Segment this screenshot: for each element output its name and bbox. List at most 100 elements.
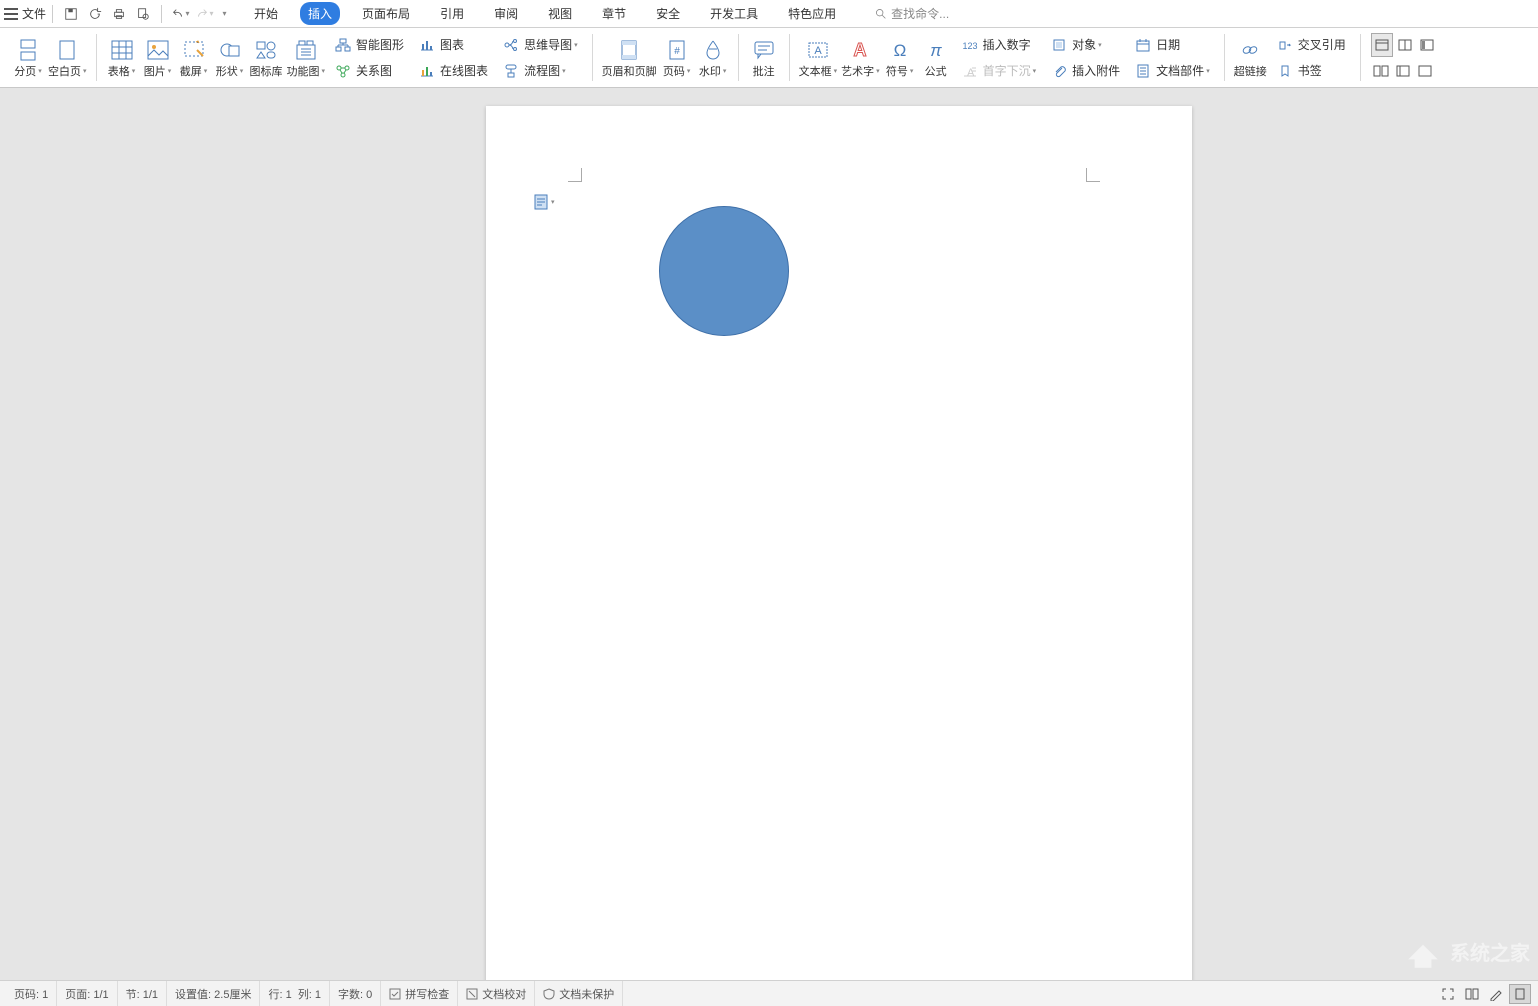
tab-security[interactable]: 安全 bbox=[648, 2, 688, 25]
screenshot-button[interactable]: 截屏▾ bbox=[176, 30, 212, 86]
crossref-icon bbox=[1276, 38, 1294, 52]
insertnum-button[interactable]: 123插入数字 bbox=[957, 33, 1041, 57]
status-line-col[interactable]: 行: 1 列: 1 bbox=[260, 981, 330, 1006]
relation-icon bbox=[334, 64, 352, 78]
search-placeholder: 查找命令... bbox=[891, 5, 949, 22]
picture-button[interactable]: 图片▾ bbox=[140, 30, 176, 86]
status-bar: 页码: 1 页面: 1/1 节: 1/1 设置值: 2.5厘米 行: 1 列: … bbox=[0, 980, 1538, 1006]
symbol-button[interactable]: Ω符号▾ bbox=[882, 30, 918, 86]
docparts-button[interactable]: 文档部件▾ bbox=[1130, 59, 1214, 83]
svg-text:Ω: Ω bbox=[893, 41, 906, 60]
watermark-button[interactable]: 水印▾ bbox=[695, 30, 731, 86]
attachment-button[interactable]: 插入附件 bbox=[1046, 59, 1124, 83]
svg-text:123: 123 bbox=[962, 41, 977, 51]
object-icon bbox=[1050, 38, 1068, 52]
blankpage-button[interactable]: 空白页▾ bbox=[46, 30, 89, 86]
dropcap-icon: A bbox=[961, 65, 979, 77]
status-page[interactable]: 页面: 1/1 bbox=[57, 981, 117, 1006]
svg-text:A: A bbox=[854, 40, 867, 60]
zoomfit-icon[interactable] bbox=[1509, 984, 1531, 1004]
headerfooter-button[interactable]: 页眉和页脚 bbox=[600, 30, 659, 86]
bookmark-button[interactable]: 书签 bbox=[1272, 59, 1350, 83]
pagenum-button[interactable]: #页码▾ bbox=[659, 30, 695, 86]
paragraph-options-icon[interactable]: ▾ bbox=[534, 194, 555, 210]
attachment-icon bbox=[1050, 64, 1068, 78]
viewmode-3-icon[interactable] bbox=[1417, 33, 1437, 57]
tab-chapter[interactable]: 章节 bbox=[594, 2, 634, 25]
date-button[interactable]: 日期 bbox=[1130, 33, 1214, 57]
flowchart-icon bbox=[502, 64, 520, 78]
viewmode-1-icon[interactable] bbox=[1371, 33, 1393, 57]
undo-icon[interactable]: ▾ bbox=[170, 4, 190, 24]
svg-text:π: π bbox=[930, 41, 942, 60]
mindmap-button[interactable]: 思维导图▾ bbox=[498, 33, 582, 57]
smartart-button[interactable]: 智能图形 bbox=[330, 33, 408, 57]
circle-shape[interactable] bbox=[659, 206, 789, 336]
tab-insert[interactable]: 插入 bbox=[300, 2, 340, 25]
margin-guide-tl bbox=[568, 168, 582, 182]
status-spell[interactable]: 拼写检查 bbox=[381, 981, 458, 1006]
file-menu[interactable]: 文件 bbox=[22, 5, 46, 22]
tab-special[interactable]: 特色应用 bbox=[780, 2, 844, 25]
tab-ref[interactable]: 引用 bbox=[432, 2, 472, 25]
print-preview-icon[interactable] bbox=[133, 4, 153, 24]
table-button[interactable]: 表格▾ bbox=[104, 30, 140, 86]
viewmode-2-icon[interactable] bbox=[1395, 33, 1415, 57]
hyperlink-button[interactable]: 超链接 bbox=[1232, 30, 1269, 86]
funcchart-button[interactable]: 功能图▾ bbox=[285, 30, 328, 86]
iconlib-button[interactable]: 图标库 bbox=[248, 30, 285, 86]
more-quickaccess[interactable]: ▾ bbox=[218, 4, 230, 24]
command-search[interactable]: 查找命令... bbox=[874, 5, 949, 22]
viewmode-4-icon[interactable] bbox=[1371, 59, 1391, 83]
flowchart-button[interactable]: 流程图▾ bbox=[498, 59, 582, 83]
status-protect[interactable]: 文档未保护 bbox=[535, 981, 623, 1006]
viewmode-6-icon[interactable] bbox=[1415, 59, 1435, 83]
menu-icon[interactable] bbox=[4, 8, 18, 20]
chart-icon bbox=[418, 38, 436, 52]
tab-dev[interactable]: 开发工具 bbox=[702, 2, 766, 25]
docparts-icon bbox=[1134, 64, 1152, 78]
status-section[interactable]: 节: 1/1 bbox=[118, 981, 167, 1006]
viewmode-5-icon[interactable] bbox=[1393, 59, 1413, 83]
sync-icon[interactable] bbox=[85, 4, 105, 24]
insertnum-icon: 123 bbox=[961, 39, 979, 51]
onlinechart-icon bbox=[418, 64, 436, 78]
crossref-button[interactable]: 交叉引用 bbox=[1272, 33, 1350, 57]
document-page[interactable]: ▾ bbox=[486, 106, 1192, 980]
onlinechart-button[interactable]: 在线图表 bbox=[414, 59, 492, 83]
shapes-button[interactable]: 形状▾ bbox=[212, 30, 248, 86]
menu-tabs: 开始 插入 页面布局 引用 审阅 视图 章节 安全 开发工具 特色应用 bbox=[246, 2, 844, 25]
readmode-icon[interactable] bbox=[1461, 984, 1483, 1004]
svg-text:#: # bbox=[674, 46, 680, 57]
watermark-logo: 系统之家 bbox=[1402, 930, 1530, 972]
editmode-icon[interactable] bbox=[1485, 984, 1507, 1004]
tab-review[interactable]: 审阅 bbox=[486, 2, 526, 25]
tab-start[interactable]: 开始 bbox=[246, 2, 286, 25]
textbox-button[interactable]: A文本框▾ bbox=[797, 30, 840, 86]
status-pagenum[interactable]: 页码: 1 bbox=[6, 981, 57, 1006]
object-button[interactable]: 对象▾ bbox=[1046, 33, 1124, 57]
status-pos[interactable]: 设置值: 2.5厘米 bbox=[167, 981, 260, 1006]
relation-button[interactable]: 关系图 bbox=[330, 59, 408, 83]
fullscreen-icon[interactable] bbox=[1437, 984, 1459, 1004]
titlebar: 文件 ▾ ▾ ▾ 开始 插入 页面布局 引用 审阅 视图 章节 安全 开发工具 … bbox=[0, 0, 1538, 28]
tab-view[interactable]: 视图 bbox=[540, 2, 580, 25]
print-icon[interactable] bbox=[109, 4, 129, 24]
chart-button[interactable]: 图表 bbox=[414, 33, 492, 57]
redo-icon[interactable]: ▾ bbox=[194, 4, 214, 24]
dropcap-button: A首字下沉▾ bbox=[957, 59, 1041, 83]
svg-text:A: A bbox=[814, 45, 822, 57]
tab-layout[interactable]: 页面布局 bbox=[354, 2, 418, 25]
mindmap-icon bbox=[502, 38, 520, 52]
save-icon[interactable] bbox=[61, 4, 81, 24]
comment-button[interactable]: 批注 bbox=[746, 30, 782, 86]
date-icon bbox=[1134, 38, 1152, 52]
ribbon: 分页▾ 空白页▾ 表格▾ 图片▾ 截屏▾ 形状▾ 图标库 功能图▾ 智能图形 关… bbox=[0, 28, 1538, 88]
smartart-icon bbox=[334, 38, 352, 52]
equation-button[interactable]: π公式 bbox=[918, 30, 954, 86]
wordart-button[interactable]: A艺术字▾ bbox=[839, 30, 882, 86]
status-proof[interactable]: 文档校对 bbox=[458, 981, 535, 1006]
pagebreak-button[interactable]: 分页▾ bbox=[10, 30, 46, 86]
document-canvas[interactable]: ▾ bbox=[0, 88, 1538, 980]
status-words[interactable]: 字数: 0 bbox=[330, 981, 381, 1006]
